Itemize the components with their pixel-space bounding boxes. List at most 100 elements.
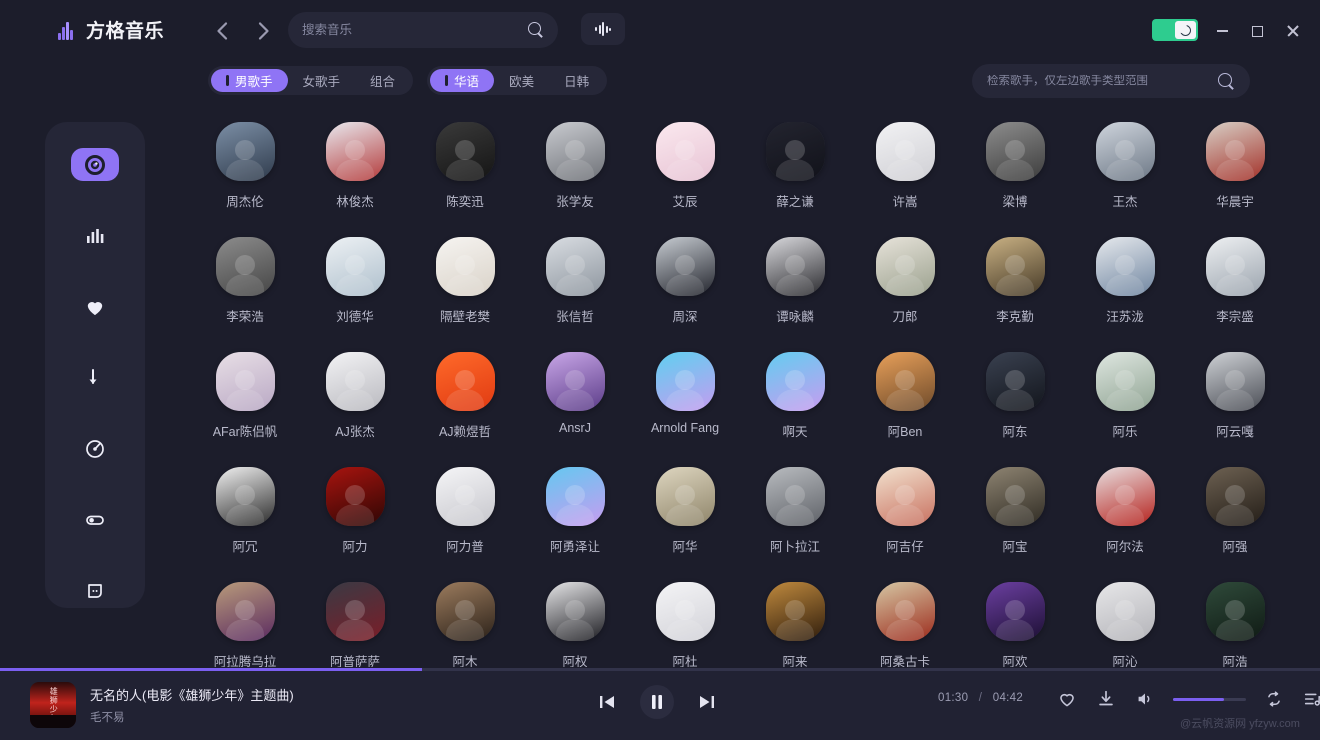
artist-card[interactable]: 阿勇泽让 (520, 467, 630, 582)
artist-avatar[interactable] (435, 352, 495, 411)
artist-card[interactable]: 许嵩 (850, 122, 960, 237)
volume-slider[interactable] (1173, 697, 1246, 701)
artist-card[interactable]: 阿权 (520, 582, 630, 667)
artist-avatar[interactable] (545, 122, 605, 181)
artist-card[interactable]: 啊天 (740, 352, 850, 467)
album-cover[interactable]: 雄狮少年 (30, 682, 76, 728)
artist-card[interactable]: 梁博 (960, 122, 1070, 237)
filter-male-singer[interactable]: 男歌手 (211, 69, 288, 92)
artist-search-box[interactable] (972, 64, 1250, 98)
filter-chinese[interactable]: 华语 (430, 69, 495, 92)
artist-avatar[interactable] (985, 582, 1045, 641)
filter-group[interactable]: 组合 (355, 69, 410, 92)
playback-progress-bar[interactable] (0, 668, 1320, 671)
artist-card[interactable]: 阿华 (630, 467, 740, 582)
download-button[interactable] (1095, 688, 1117, 710)
artist-card[interactable]: 李宗盛 (1180, 237, 1290, 352)
artist-avatar[interactable] (875, 467, 935, 526)
artist-card[interactable]: 阿力普 (410, 467, 520, 582)
artist-card[interactable]: 阿浩 (1180, 582, 1290, 667)
search-icon[interactable] (528, 22, 544, 38)
artist-avatar[interactable] (545, 237, 605, 296)
artist-card[interactable]: 阿Ben (850, 352, 960, 467)
artist-avatar[interactable] (985, 467, 1045, 526)
sidebar-item-downloads[interactable] (71, 361, 119, 394)
artist-avatar[interactable] (435, 122, 495, 181)
artist-avatar[interactable] (545, 467, 605, 526)
artist-card[interactable]: 汪苏泷 (1070, 237, 1180, 352)
sidebar-item-favorites[interactable] (71, 290, 119, 323)
artist-card[interactable]: 刘德华 (300, 237, 410, 352)
artist-card[interactable]: 隔壁老樊 (410, 237, 520, 352)
artist-avatar[interactable] (545, 582, 605, 641)
artist-card[interactable]: 阿尔法 (1070, 467, 1180, 582)
artist-avatar[interactable] (215, 582, 275, 641)
maximize-button[interactable] (1244, 18, 1270, 44)
artist-avatar[interactable] (765, 352, 825, 411)
artist-avatar[interactable] (325, 467, 385, 526)
artist-card[interactable]: 刀郎 (850, 237, 960, 352)
artist-avatar[interactable] (1205, 467, 1265, 526)
artist-card[interactable]: 艾辰 (630, 122, 740, 237)
next-button[interactable] (692, 687, 722, 717)
artist-card[interactable]: 谭咏麟 (740, 237, 850, 352)
artist-avatar[interactable] (325, 122, 385, 181)
artist-avatar[interactable] (545, 352, 605, 411)
artist-avatar[interactable] (875, 122, 935, 181)
artist-avatar[interactable] (215, 122, 275, 181)
artist-card[interactable]: 阿拉腾乌拉 (190, 582, 300, 667)
search-input[interactable] (302, 23, 528, 37)
artist-avatar[interactable] (985, 237, 1045, 296)
music-search-box[interactable] (288, 12, 558, 48)
artist-avatar[interactable] (215, 467, 275, 526)
artist-avatar[interactable] (1095, 352, 1155, 411)
artist-avatar[interactable] (655, 352, 715, 411)
artist-avatar[interactable] (655, 237, 715, 296)
theme-toggle[interactable] (1152, 19, 1198, 41)
artist-avatar[interactable] (325, 352, 385, 411)
artist-card[interactable]: Arnold Fang (630, 352, 740, 467)
artist-avatar[interactable] (435, 582, 495, 641)
close-button[interactable] (1280, 18, 1306, 44)
artist-card[interactable]: 阿来 (740, 582, 850, 667)
artist-avatar[interactable] (1205, 122, 1265, 181)
artist-card[interactable]: 阿吉仔 (850, 467, 960, 582)
artist-card[interactable]: 薛之谦 (740, 122, 850, 237)
artist-avatar[interactable] (765, 122, 825, 181)
sidebar-item-ranking[interactable] (71, 219, 119, 252)
sidebar-item-radar[interactable] (71, 433, 119, 466)
artist-card[interactable]: 阿乐 (1070, 352, 1180, 467)
artist-avatar[interactable] (1205, 237, 1265, 296)
artist-avatar[interactable] (765, 237, 825, 296)
artist-card[interactable]: 阿木 (410, 582, 520, 667)
audio-visualizer-button[interactable] (581, 13, 625, 45)
artist-card[interactable]: AJ赖煜哲 (410, 352, 520, 467)
artist-card[interactable]: 张信哲 (520, 237, 630, 352)
artist-card[interactable]: 阿沁 (1070, 582, 1180, 667)
artist-avatar[interactable] (1095, 467, 1155, 526)
artist-avatar[interactable] (325, 237, 385, 296)
artist-card[interactable]: 阿卜拉江 (740, 467, 850, 582)
artist-avatar[interactable] (985, 352, 1045, 411)
artist-avatar[interactable] (1205, 582, 1265, 641)
artist-card[interactable]: 陈奕迅 (410, 122, 520, 237)
artist-card[interactable]: 张学友 (520, 122, 630, 237)
artist-avatar[interactable] (655, 467, 715, 526)
play-pause-button[interactable] (640, 685, 674, 719)
artist-avatar[interactable] (875, 237, 935, 296)
artist-avatar[interactable] (655, 122, 715, 181)
artist-avatar[interactable] (1095, 237, 1155, 296)
artist-card[interactable]: AFar陈侣帆 (190, 352, 300, 467)
artist-card[interactable]: 阿普萨萨 (300, 582, 410, 667)
artist-avatar[interactable] (215, 352, 275, 411)
back-button[interactable] (210, 18, 236, 44)
artist-avatar[interactable] (435, 467, 495, 526)
filter-japan-korea[interactable]: 日韩 (549, 69, 604, 92)
artist-avatar[interactable] (325, 582, 385, 641)
artist-card[interactable]: AnsrJ (520, 352, 630, 467)
artist-card[interactable]: 阿冗 (190, 467, 300, 582)
minimize-button[interactable] (1209, 18, 1235, 44)
artist-card[interactable]: 阿杜 (630, 582, 740, 667)
artist-avatar[interactable] (655, 582, 715, 641)
artist-card[interactable]: 阿力 (300, 467, 410, 582)
